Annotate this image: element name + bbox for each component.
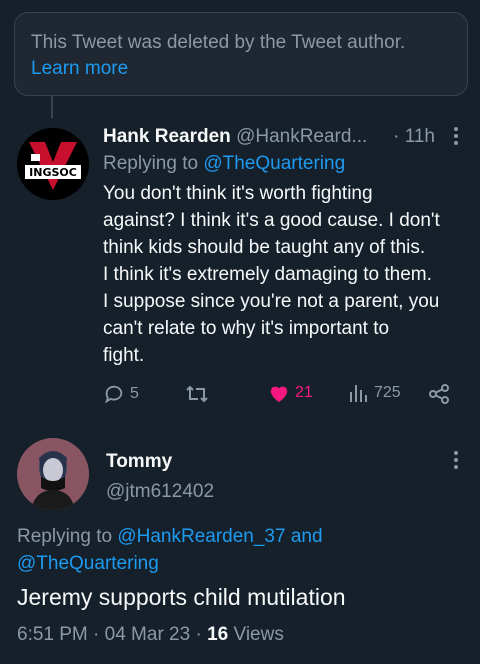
- reply-text-line: fight.: [103, 345, 145, 366]
- reply-action-bar: 5 21 725: [103, 383, 463, 411]
- views-button[interactable]: 725: [349, 383, 401, 403]
- replying-prefix: Replying to: [17, 526, 118, 547]
- share-icon: [429, 384, 449, 404]
- view-count: 725: [374, 384, 401, 401]
- replying-prefix: Replying to: [103, 153, 204, 174]
- reply-text-line: can't relate to why it's important to: [103, 318, 390, 339]
- tweet-timestamp[interactable]: 6:51 PM · 04 Mar 23 ·: [17, 624, 207, 645]
- reply-text-line: I think it's extremely damaging to them.: [103, 264, 432, 285]
- like-button[interactable]: 21: [268, 383, 313, 403]
- tweet-replying-to: Replying to @HankRearden_37 and @TheQuar…: [17, 523, 447, 577]
- views-label: Views: [228, 624, 284, 645]
- mention-link[interactable]: @TheQuartering: [203, 153, 345, 174]
- reply-author-handle[interactable]: @HankReard...: [236, 126, 367, 147]
- reply-author-name[interactable]: Hank Rearden: [103, 126, 231, 147]
- tweet-metadata: 6:51 PM · 04 Mar 23 · 16 Views: [17, 622, 284, 648]
- tweet-author-handle[interactable]: @jtm612402: [106, 480, 214, 504]
- avatar-logo-text: INGSOC: [29, 166, 77, 179]
- ingsoc-logo-icon: INGSOC: [17, 128, 89, 200]
- mention-link[interactable]: @TheQuartering: [17, 553, 159, 574]
- retweet-icon: [186, 385, 208, 403]
- reply-text: You don't think it's worth fighting agai…: [103, 180, 471, 369]
- avatar[interactable]: INGSOC: [17, 128, 89, 200]
- avatar[interactable]: [17, 438, 89, 510]
- more-options-icon[interactable]: [449, 450, 463, 474]
- learn-more-link[interactable]: Learn more: [31, 56, 451, 82]
- more-options-icon[interactable]: [449, 126, 463, 150]
- thread-connector-line: [51, 96, 53, 118]
- reply-header: Hank Rearden @HankReard... · 11h: [103, 124, 469, 150]
- reply-count: 5: [130, 385, 139, 402]
- heart-icon: [270, 386, 288, 403]
- mention-link[interactable]: @HankRearden_37: [117, 526, 285, 547]
- analytics-icon: [350, 385, 367, 402]
- reply-replying-to: Replying to @TheQuartering: [103, 151, 345, 177]
- comment-icon: [105, 385, 123, 404]
- reply-text-line: against? I think it's a good cause. I do…: [103, 210, 440, 231]
- tweet-view-count: 16: [207, 624, 229, 645]
- reply-text-line: I suppose since you're not a parent, you: [103, 291, 440, 312]
- retweet-button[interactable]: [185, 383, 214, 405]
- tweet-text: Jeremy supports child mutilation: [17, 584, 346, 610]
- like-count: 21: [295, 384, 313, 401]
- reply-button[interactable]: 5: [103, 383, 139, 405]
- replying-and: and: [285, 526, 323, 547]
- deleted-notice-text: This Tweet was deleted by the Tweet auth…: [31, 32, 406, 53]
- tweet-author-name[interactable]: Tommy: [106, 450, 172, 474]
- share-button[interactable]: [428, 383, 450, 405]
- reply-text-line: You don't think it's worth fighting: [103, 183, 373, 204]
- deleted-tweet-notice: This Tweet was deleted by the Tweet auth…: [14, 12, 468, 96]
- reply-timestamp[interactable]: · 11h: [393, 124, 435, 150]
- profile-photo-icon: [17, 438, 89, 510]
- reply-text-line: think kids should be taught any of this.: [103, 237, 426, 258]
